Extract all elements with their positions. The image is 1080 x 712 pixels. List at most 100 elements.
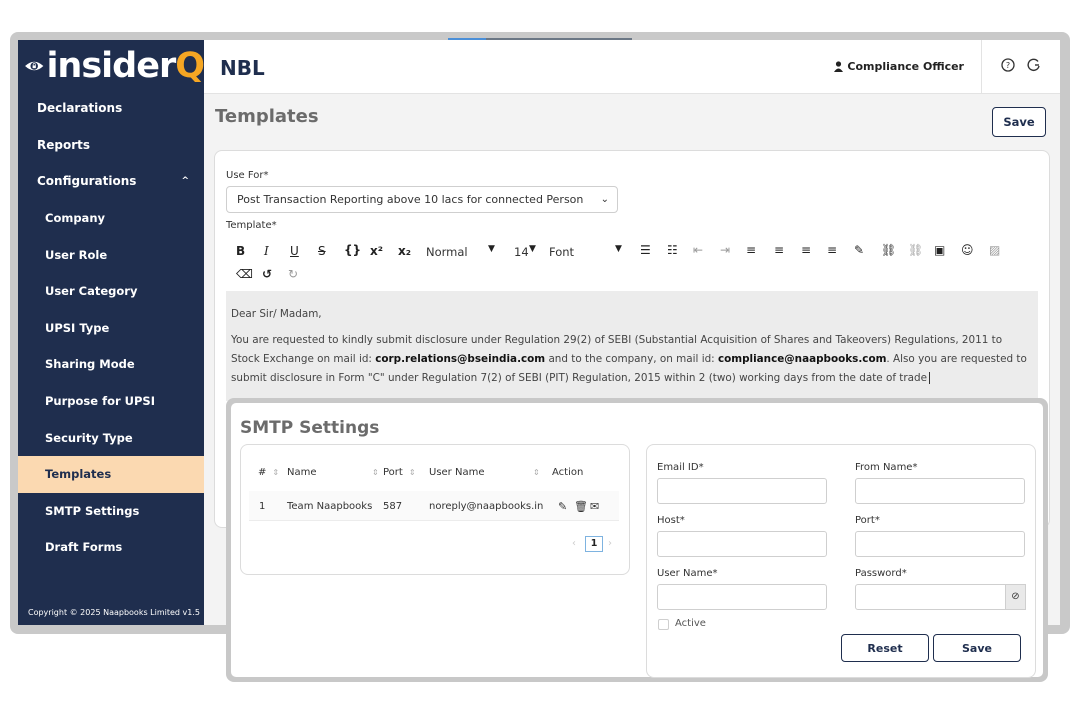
use-for-value: Post Transaction Reporting above 10 lacs… bbox=[237, 193, 584, 206]
port-field[interactable] bbox=[855, 531, 1025, 557]
bse-email: corp.relations@bseindia.com bbox=[375, 353, 546, 365]
eye-slash-icon[interactable]: ⊘ bbox=[1006, 584, 1026, 610]
bullet-list-icon[interactable]: ☰ bbox=[640, 243, 651, 257]
smtp-settings-overlay: SMTP Settings # ⇕ Name ⇕ Port ⇕ User Name … bbox=[226, 398, 1048, 682]
sidebar-item-smtp-settings[interactable]: SMTP Settings bbox=[18, 493, 204, 530]
template-editor[interactable]: Dear Sir/ Madam, You are requested to ki… bbox=[226, 291, 1038, 401]
col-port[interactable]: Port ⇕ bbox=[383, 467, 416, 478]
save-button[interactable]: Save bbox=[992, 107, 1046, 137]
prev-page-icon[interactable]: ‹ bbox=[572, 538, 576, 549]
svg-text:?: ? bbox=[1006, 61, 1010, 70]
user-name-field[interactable] bbox=[657, 584, 827, 610]
align-center-icon[interactable]: ≡ bbox=[774, 243, 784, 257]
edit-icon[interactable]: ✎ bbox=[558, 500, 567, 513]
eraser-icon[interactable]: ⌫ bbox=[236, 267, 253, 281]
help-icon[interactable]: ? bbox=[1000, 58, 1016, 74]
indent-icon[interactable]: ⇥ bbox=[720, 243, 730, 257]
template-label: Template* bbox=[226, 220, 277, 231]
editor-body: You are requested to kindly submit discl… bbox=[231, 334, 1027, 384]
sidebar: insiderQ Declarations Reports Configurat… bbox=[18, 40, 205, 625]
col-action: Action bbox=[552, 467, 584, 478]
user-menu[interactable]: Compliance Officer bbox=[834, 60, 964, 73]
align-left-icon[interactable]: ≡ bbox=[746, 243, 756, 257]
use-for-select[interactable]: Post Transaction Reporting above 10 lacs… bbox=[226, 186, 618, 213]
color-picker-icon[interactable]: ✎ bbox=[854, 243, 864, 257]
page-1[interactable]: 1 bbox=[585, 536, 603, 552]
sidebar-item-configurations[interactable]: Configurations ^ bbox=[18, 163, 204, 200]
sidebar-item-purpose-for-upsi[interactable]: Purpose for UPSI bbox=[18, 383, 204, 420]
size-caret-icon: ▼ bbox=[529, 244, 536, 254]
sidebar-item-company[interactable]: Company bbox=[18, 200, 204, 237]
heading-caret-icon: ▼ bbox=[488, 244, 495, 254]
unlink-icon[interactable]: ⛓ bbox=[908, 243, 923, 257]
email-field[interactable] bbox=[657, 478, 827, 504]
delete-icon[interactable]: 🗑 bbox=[574, 500, 588, 513]
sidebar-item-reports[interactable]: Reports bbox=[18, 127, 204, 164]
editor-toolbar: B I U S {} x² x₂ Normal ▼ 14 ▼ Font ▼ ☰ … bbox=[226, 239, 1038, 289]
from-name-field[interactable] bbox=[855, 478, 1025, 504]
code-icon[interactable]: {} bbox=[344, 243, 361, 257]
password-label: Password* bbox=[855, 568, 907, 579]
reset-button[interactable]: Reset bbox=[841, 634, 929, 662]
logout-icon[interactable] bbox=[1026, 58, 1042, 74]
font-select[interactable]: Font bbox=[549, 245, 574, 259]
align-right-icon[interactable]: ≡ bbox=[801, 243, 811, 257]
size-select[interactable]: 14 bbox=[514, 245, 529, 259]
smtp-form-panel: Email ID* From Name* Host* Port* User Na… bbox=[646, 444, 1036, 678]
active-checkbox[interactable] bbox=[658, 619, 669, 630]
chevron-down-icon: ⌄ bbox=[600, 194, 609, 205]
subscript-icon[interactable]: x₂ bbox=[398, 244, 411, 258]
page-title: Templates bbox=[215, 106, 319, 127]
user-icon bbox=[834, 61, 844, 72]
bold-icon[interactable]: B bbox=[236, 244, 245, 258]
underline-icon[interactable]: U bbox=[290, 244, 299, 258]
smtp-settings-panel: SMTP Settings # ⇕ Name ⇕ Port ⇕ User Name … bbox=[231, 403, 1043, 678]
smtp-save-button[interactable]: Save bbox=[933, 634, 1021, 662]
chevron-up-icon: ^ bbox=[181, 176, 189, 187]
redo-icon[interactable]: ↻ bbox=[288, 267, 298, 281]
superscript-icon[interactable]: x² bbox=[370, 244, 383, 258]
ordered-list-icon[interactable]: ☷ bbox=[667, 243, 678, 257]
user-name-label: User Name* bbox=[657, 568, 718, 579]
cell-name: Team Naapbooks bbox=[287, 501, 373, 512]
sidebar-item-upsi-type[interactable]: UPSI Type bbox=[18, 310, 204, 347]
col-num[interactable]: # ⇕ bbox=[258, 467, 279, 478]
password-field[interactable] bbox=[855, 584, 1006, 610]
sidebar-item-security-type[interactable]: Security Type bbox=[18, 419, 204, 456]
image-icon[interactable]: ▨ bbox=[989, 243, 1000, 257]
sort-icon[interactable]: ⇕ bbox=[527, 467, 540, 478]
col-name[interactable]: Name bbox=[287, 467, 317, 478]
heading-select[interactable]: Normal bbox=[426, 245, 468, 259]
editor-greeting: Dear Sir/ Madam, bbox=[231, 308, 322, 320]
header: NBL Compliance Officer ? bbox=[204, 40, 1060, 94]
sidebar-item-user-role[interactable]: User Role bbox=[18, 236, 204, 273]
logo-text: insiderQ bbox=[46, 45, 205, 86]
sidebar-item-sharing-mode[interactable]: Sharing Mode bbox=[18, 346, 204, 383]
cell-num: 1 bbox=[259, 501, 266, 512]
eye-lock-icon bbox=[25, 61, 44, 71]
emoji-icon[interactable]: ☺ bbox=[961, 243, 974, 257]
sidebar-item-draft-forms[interactable]: Draft Forms bbox=[18, 529, 204, 566]
copyright: Copyright © 2025 Naapbooks Limited v1.5 bbox=[28, 608, 200, 617]
email-label: Email ID* bbox=[657, 462, 704, 473]
host-field[interactable] bbox=[657, 531, 827, 557]
logo: insiderQ bbox=[18, 40, 205, 92]
col-user-name[interactable]: User Name bbox=[429, 467, 484, 478]
italic-icon[interactable]: I bbox=[264, 244, 269, 258]
from-name-label: From Name* bbox=[855, 462, 918, 473]
link-icon[interactable]: ⛓ bbox=[881, 243, 896, 257]
sidebar-item-templates[interactable]: Templates bbox=[18, 455, 204, 493]
align-justify-icon[interactable]: ≡ bbox=[827, 243, 837, 257]
outdent-icon[interactable]: ⇤ bbox=[693, 243, 703, 257]
sidebar-item-user-category[interactable]: User Category bbox=[18, 273, 204, 310]
company-name: NBL bbox=[220, 56, 265, 80]
sort-icon[interactable]: ⇕ bbox=[366, 467, 379, 478]
undo-icon[interactable]: ↺ bbox=[262, 267, 272, 281]
strikethrough-icon[interactable]: S bbox=[318, 244, 326, 258]
embed-icon[interactable]: ▣ bbox=[934, 243, 945, 257]
next-page-icon[interactable]: › bbox=[608, 538, 612, 549]
mail-icon[interactable]: ✉ bbox=[590, 500, 599, 513]
sidebar-item-declarations[interactable]: Declarations bbox=[18, 90, 204, 127]
host-label: Host* bbox=[657, 515, 685, 526]
font-caret-icon: ▼ bbox=[615, 244, 622, 254]
